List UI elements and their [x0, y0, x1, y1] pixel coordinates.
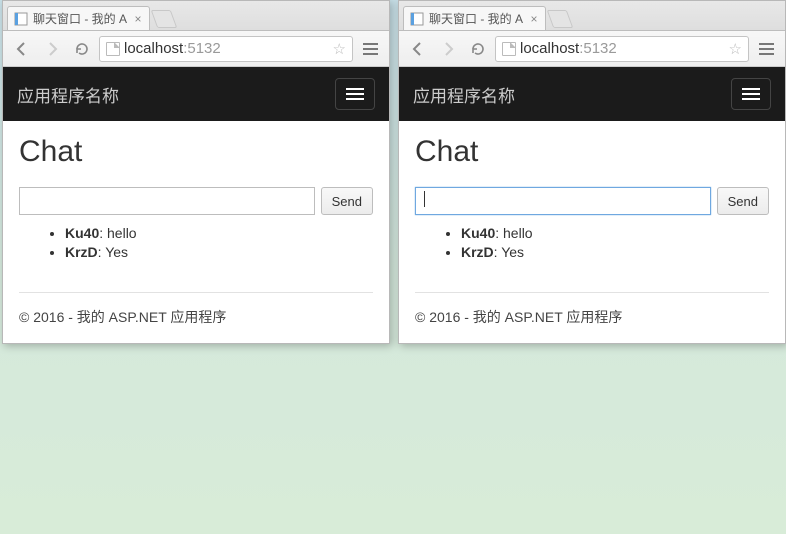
divider [19, 292, 373, 293]
browser-menu-button[interactable] [753, 36, 779, 62]
tab-strip: 聊天窗口 - 我的 A × [3, 1, 389, 31]
hamburger-icon [363, 43, 378, 55]
page-footer: © 2016 - 我的 ASP.NET 应用程序 [19, 307, 373, 327]
url-text: localhost:5132 [124, 40, 329, 57]
message-form: Send [19, 187, 373, 215]
page-viewport: 应用程序名称 Chat Send Ku40: hello KrzD: Yes ©… [399, 67, 785, 343]
page-content: Chat Send Ku40: hello KrzD: Yes © 2016 -… [399, 121, 785, 343]
forward-button[interactable] [435, 36, 461, 62]
address-bar[interactable]: localhost:5132 ☆ [99, 36, 353, 62]
page-icon [106, 42, 120, 56]
tab-close-button[interactable]: × [527, 12, 541, 26]
divider [415, 292, 769, 293]
app-brand[interactable]: 应用程序名称 [17, 82, 119, 107]
send-button[interactable]: Send [717, 187, 769, 215]
list-item: Ku40: hello [65, 225, 373, 241]
message-input[interactable] [19, 187, 315, 215]
tab-title: 聊天窗口 - 我的 A [429, 10, 523, 27]
tab-strip: 聊天窗口 - 我的 A × [399, 1, 785, 31]
browser-window-left: 聊天窗口 - 我的 A × localhost:5132 ☆ [2, 0, 390, 344]
new-tab-button[interactable] [151, 10, 178, 28]
url-text: localhost:5132 [520, 40, 725, 57]
bookmark-star-icon[interactable]: ☆ [333, 40, 346, 58]
browser-tab[interactable]: 聊天窗口 - 我的 A × [7, 6, 150, 30]
page-heading: Chat [19, 135, 373, 169]
address-bar[interactable]: localhost:5132 ☆ [495, 36, 749, 62]
send-button[interactable]: Send [321, 187, 373, 215]
message-list: Ku40: hello KrzD: Yes [415, 225, 769, 260]
page-icon [502, 42, 516, 56]
hamburger-icon [742, 88, 760, 100]
list-item: KrzD: Yes [65, 244, 373, 260]
tab-title: 聊天窗口 - 我的 A [33, 10, 127, 27]
app-navbar: 应用程序名称 [3, 67, 389, 121]
app-brand[interactable]: 应用程序名称 [413, 82, 515, 107]
browser-menu-button[interactable] [357, 36, 383, 62]
text-cursor [424, 191, 425, 207]
reload-button[interactable] [69, 36, 95, 62]
forward-button[interactable] [39, 36, 65, 62]
new-tab-button[interactable] [547, 10, 574, 28]
hamburger-icon [759, 43, 774, 55]
hamburger-icon [346, 88, 364, 100]
browser-tab[interactable]: 聊天窗口 - 我的 A × [403, 6, 546, 30]
browser-window-right: 聊天窗口 - 我的 A × localhost:5132 ☆ [398, 0, 786, 344]
page-viewport: 应用程序名称 Chat Send Ku40: hello KrzD: Yes ©… [3, 67, 389, 343]
message-list: Ku40: hello KrzD: Yes [19, 225, 373, 260]
list-item: Ku40: hello [461, 225, 769, 241]
favicon-icon [410, 12, 424, 26]
back-button[interactable] [405, 36, 431, 62]
reload-button[interactable] [465, 36, 491, 62]
list-item: KrzD: Yes [461, 244, 769, 260]
navbar-toggle-button[interactable] [335, 78, 375, 110]
page-content: Chat Send Ku40: hello KrzD: Yes © 2016 -… [3, 121, 389, 343]
app-navbar: 应用程序名称 [399, 67, 785, 121]
navbar-toggle-button[interactable] [731, 78, 771, 110]
bookmark-star-icon[interactable]: ☆ [729, 40, 742, 58]
message-form: Send [415, 187, 769, 215]
back-button[interactable] [9, 36, 35, 62]
page-heading: Chat [415, 135, 769, 169]
message-input[interactable] [415, 187, 711, 215]
browser-toolbar: localhost:5132 ☆ [399, 31, 785, 67]
page-footer: © 2016 - 我的 ASP.NET 应用程序 [415, 307, 769, 327]
tab-close-button[interactable]: × [131, 12, 145, 26]
browser-toolbar: localhost:5132 ☆ [3, 31, 389, 67]
favicon-icon [14, 12, 28, 26]
